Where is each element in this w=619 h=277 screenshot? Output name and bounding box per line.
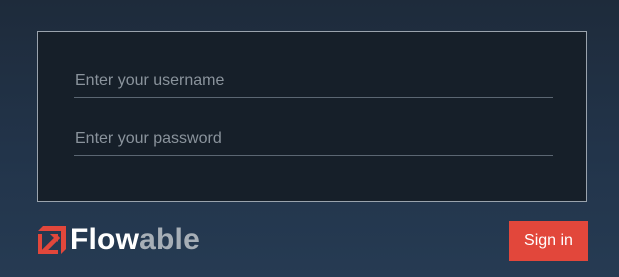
logo-text-flow: Flow (70, 223, 140, 256)
logo-wordmark: Flowable (70, 225, 200, 255)
flowable-logo: Flowable (38, 225, 200, 255)
flowable-logo-icon (38, 226, 66, 254)
username-field[interactable] (74, 64, 553, 98)
login-form (37, 31, 587, 202)
sign-in-button[interactable]: Sign in (509, 221, 588, 261)
password-field[interactable] (74, 122, 553, 156)
logo-text-able: able (139, 223, 200, 256)
